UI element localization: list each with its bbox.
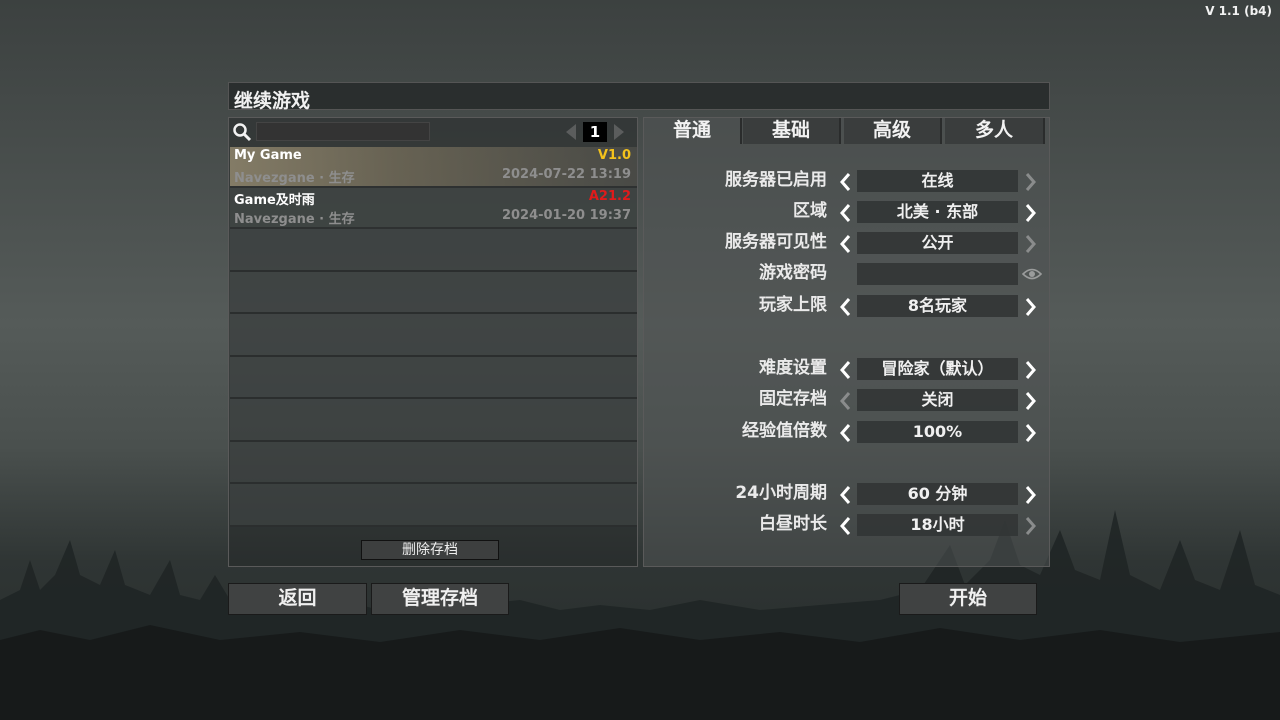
setting-value: 公开 [857, 232, 1018, 254]
setting-label: 服务器已启用 [725, 170, 827, 190]
chevron-left-icon[interactable] [838, 391, 852, 411]
chevron-right-icon[interactable] [1024, 423, 1038, 443]
empty-save-slot [230, 229, 637, 272]
chevron-right-icon[interactable] [1024, 516, 1038, 536]
chevron-right-icon[interactable] [1024, 360, 1038, 380]
chevron-left-icon[interactable] [838, 485, 852, 505]
setting-label: 服务器可见性 [725, 232, 827, 252]
save-item[interactable]: My Game V1.0 Navezgane · 生存 2024-07-22 1… [230, 147, 637, 188]
setting-value: 18小时 [857, 514, 1018, 536]
page-title: 继续游戏 [234, 90, 311, 112]
setting-server-visibility: 服务器可见性 公开 [644, 231, 1049, 255]
setting-label: 区域 [793, 201, 827, 221]
save-version: A21.2 [588, 189, 631, 204]
setting-daylight-length: 白昼时长 18小时 [644, 513, 1049, 537]
empty-save-slot [230, 441, 637, 484]
chevron-right-icon[interactable] [1024, 391, 1038, 411]
setting-label: 游戏密码 [759, 263, 827, 283]
title-bar: 继续游戏 [228, 82, 1050, 112]
tab-basic[interactable]: 基础 [743, 118, 841, 144]
tab-multiplayer[interactable]: 多人 [945, 118, 1045, 144]
page-number: 1 [583, 122, 607, 142]
manage-saves-button[interactable]: 管理存档 [371, 583, 509, 615]
setting-label: 固定存档 [759, 389, 827, 409]
chevron-left-icon[interactable] [838, 423, 852, 443]
save-world: Navezgane · 生存 [234, 212, 355, 227]
tab-general[interactable]: 普通 [644, 118, 742, 144]
setting-max-players: 玩家上限 8名玩家 [644, 294, 1049, 318]
setting-value: 100% [857, 421, 1018, 443]
empty-save-slot [230, 356, 637, 399]
back-button[interactable]: 返回 [228, 583, 367, 615]
setting-value: 关闭 [857, 389, 1018, 411]
search-input[interactable] [256, 122, 430, 141]
settings-panel: 普通 基础 高级 多人 服务器已启用 在线 区域 北美 · 东部 服务器可见性 … [643, 117, 1050, 567]
tab-advanced[interactable]: 高级 [844, 118, 942, 144]
setting-server-enabled: 服务器已启用 在线 [644, 169, 1049, 193]
setting-label: 24小时周期 [735, 483, 827, 503]
search-icon [233, 123, 252, 142]
setting-value: 在线 [857, 170, 1018, 192]
password-input[interactable] [857, 263, 1018, 285]
save-item[interactable]: Game及时雨 A21.2 Navezgane · 生存 2024-01-20 … [230, 188, 637, 229]
version-label: V 1.1 (b4) [1205, 4, 1272, 18]
save-version: V1.0 [597, 148, 631, 163]
setting-region: 区域 北美 · 东部 [644, 200, 1049, 224]
setting-day-cycle: 24小时周期 60 分钟 [644, 482, 1049, 506]
chevron-right-icon[interactable] [1024, 485, 1038, 505]
chevron-right-icon[interactable] [1024, 234, 1038, 254]
chevron-left-icon[interactable] [838, 360, 852, 380]
setting-label: 玩家上限 [759, 295, 827, 315]
eye-icon[interactable] [1022, 266, 1042, 282]
setting-difficulty: 难度设置 冒险家（默认） [644, 357, 1049, 381]
setting-value: 冒险家（默认） [857, 358, 1018, 380]
setting-value: 60 分钟 [857, 483, 1018, 505]
chevron-left-icon[interactable] [838, 172, 852, 192]
chevron-right-icon[interactable] [1024, 203, 1038, 223]
settings-tabs: 普通 基础 高级 多人 [644, 118, 1049, 144]
save-list: My Game V1.0 Navezgane · 生存 2024-07-22 1… [230, 147, 637, 527]
setting-fixed-save: 固定存档 关闭 [644, 388, 1049, 412]
save-date: 2024-01-20 19:37 [501, 208, 631, 223]
save-date: 2024-07-22 13:19 [501, 167, 631, 182]
chevron-right-icon[interactable] [1024, 297, 1038, 317]
delete-save-button[interactable]: 删除存档 [361, 540, 499, 560]
save-name: My Game [234, 148, 302, 163]
search-row: 1 [229, 118, 637, 146]
setting-value: 8名玩家 [857, 295, 1018, 317]
chevron-left-icon[interactable] [838, 203, 852, 223]
setting-label: 白昼时长 [759, 514, 827, 534]
chevron-right-icon[interactable] [1024, 172, 1038, 192]
empty-save-slot [230, 271, 637, 314]
setting-game-password: 游戏密码 [644, 262, 1049, 286]
setting-label: 难度设置 [759, 358, 827, 378]
setting-xp-multiplier: 经验值倍数 100% [644, 420, 1049, 444]
next-page-icon[interactable] [611, 123, 627, 141]
chevron-left-icon[interactable] [838, 234, 852, 254]
save-name: Game及时雨 [234, 193, 315, 208]
save-list-panel: 1 My Game V1.0 Navezgane · 生存 2024-07-22… [228, 117, 638, 567]
chevron-left-icon[interactable] [838, 516, 852, 536]
setting-value: 北美 · 东部 [857, 201, 1018, 223]
previous-page-icon[interactable] [563, 123, 579, 141]
empty-save-slot [230, 399, 637, 442]
setting-label: 经验值倍数 [742, 421, 827, 441]
chevron-left-icon[interactable] [838, 297, 852, 317]
start-button[interactable]: 开始 [899, 583, 1037, 615]
empty-save-slot [230, 484, 637, 527]
empty-save-slot [230, 314, 637, 357]
save-world: Navezgane · 生存 [234, 171, 355, 186]
